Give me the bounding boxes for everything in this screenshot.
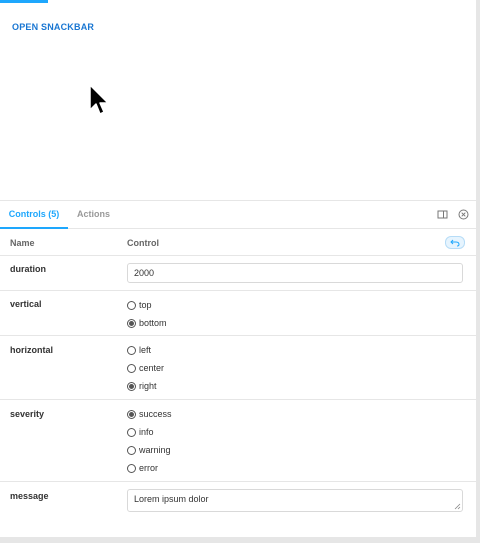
radio-button[interactable] (127, 464, 136, 473)
radio-label: right (139, 381, 157, 391)
control-row-message: message Lorem ipsum dolor (0, 482, 476, 522)
sidebar-toggle-icon[interactable] (437, 209, 448, 220)
open-snackbar-button[interactable]: OPEN SNACKBAR (12, 22, 94, 32)
mouse-pointer-icon (89, 84, 109, 115)
resize-grip-icon[interactable] (454, 503, 461, 510)
duration-input[interactable]: 2000 (127, 263, 463, 283)
radio-label: top (139, 300, 152, 310)
radio-button[interactable] (127, 301, 136, 310)
message-textarea[interactable]: Lorem ipsum dolor (127, 489, 463, 512)
radio-button[interactable] (127, 428, 136, 437)
radio-button-selected[interactable] (127, 382, 136, 391)
radio-label: center (139, 363, 165, 373)
bottom-edge (0, 537, 476, 543)
radio-button[interactable] (127, 346, 136, 355)
control-row-vertical: vertical top bottom (0, 291, 476, 336)
column-header-control: Control (127, 238, 159, 248)
control-name-duration: duration (10, 264, 46, 274)
close-circle-icon[interactable] (458, 209, 469, 220)
control-row-severity: severity success info warning error (0, 400, 476, 482)
radio-label: success (139, 409, 172, 419)
radio-label: left (139, 345, 152, 355)
control-name-severity: severity (10, 409, 45, 419)
control-name-message: message (10, 491, 49, 501)
undo-icon (450, 239, 460, 247)
control-row-duration: duration 2000 (0, 256, 476, 291)
reset-controls-button[interactable] (445, 236, 465, 249)
message-textarea-value: Lorem ipsum dolor (134, 494, 209, 504)
window-edge (476, 0, 480, 543)
radio-label: error (139, 463, 159, 473)
radio-label: bottom (139, 318, 167, 328)
radio-button-selected[interactable] (127, 319, 136, 328)
tab-actions[interactable]: Actions (77, 201, 110, 228)
control-row-horizontal: horizontal left center right (0, 336, 476, 400)
radio-button[interactable] (127, 364, 136, 373)
radio-button-selected[interactable] (127, 410, 136, 419)
control-name-vertical: vertical (10, 299, 42, 309)
loading-progress-line (0, 0, 48, 3)
column-header-name: Name (10, 238, 35, 248)
radio-button[interactable] (127, 446, 136, 455)
control-name-horizontal: horizontal (10, 345, 53, 355)
controls-header-row: Name Control (0, 229, 476, 256)
preview-canvas: OPEN SNACKBAR (0, 0, 476, 200)
radio-label: warning (139, 445, 171, 455)
tab-controls[interactable]: Controls (5) (0, 201, 68, 229)
panel-tab-bar: Controls (5) Actions (0, 201, 476, 229)
addons-panel: Controls (5) Actions Name Control durati… (0, 200, 476, 544)
radio-label: info (139, 427, 154, 437)
